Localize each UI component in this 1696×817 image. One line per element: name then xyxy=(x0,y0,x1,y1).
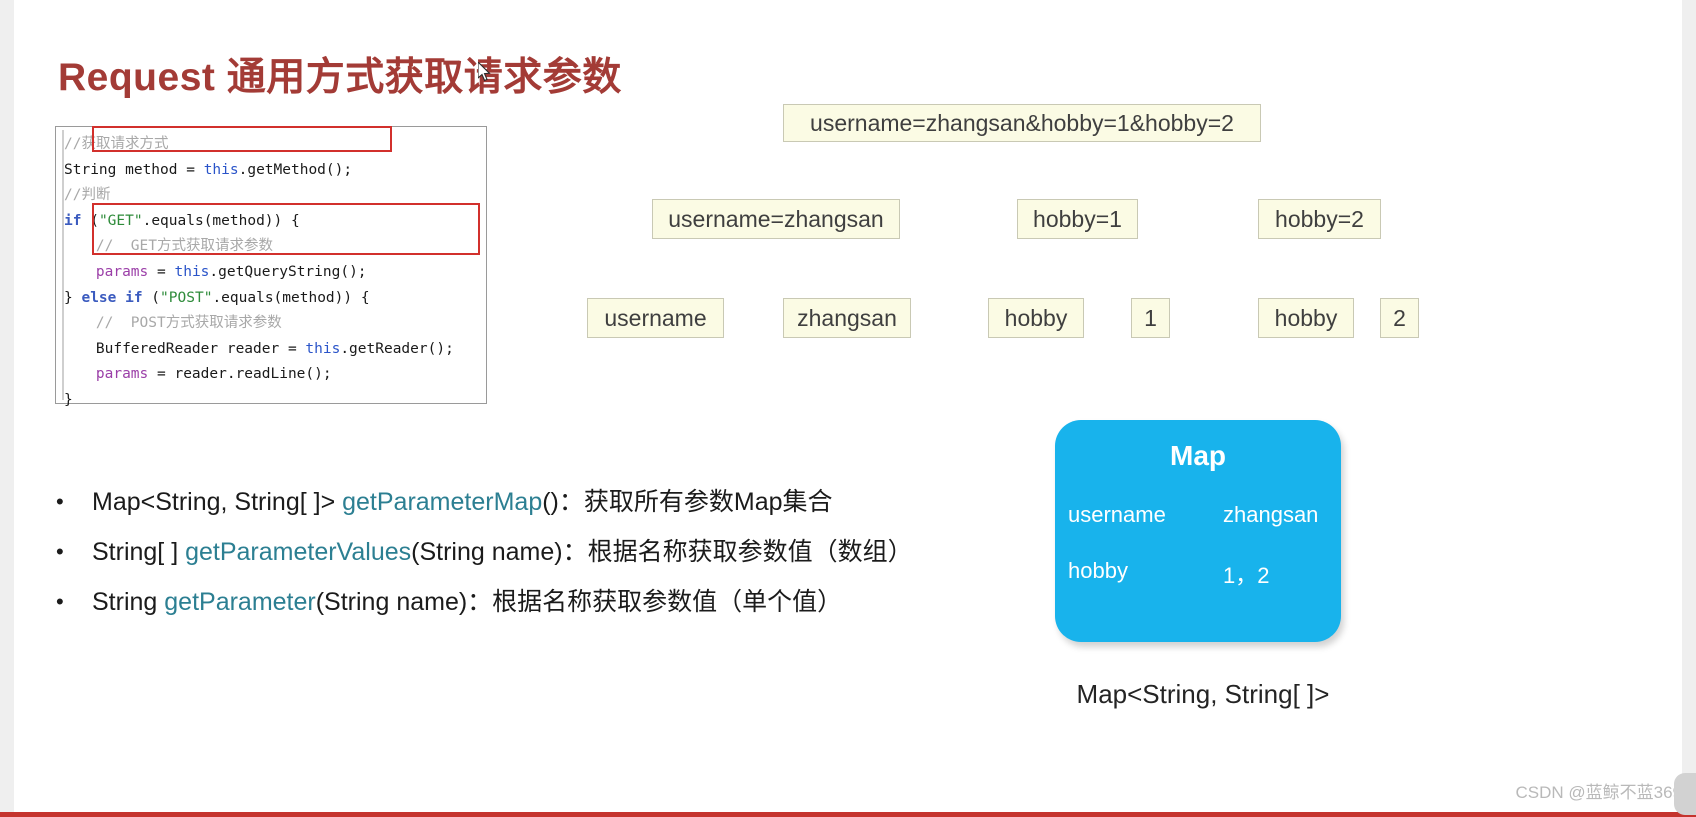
code-token: } xyxy=(64,391,73,408)
map-entry-key: username xyxy=(1068,502,1166,527)
param-token-box: 2 xyxy=(1380,298,1419,338)
bullet-dot-icon: • xyxy=(56,489,64,514)
code-line: BufferedReader reader = this.getReader()… xyxy=(64,337,484,363)
code-lines: //获取请求方式 String method = this.getMethod()… xyxy=(64,132,484,414)
left-gutter xyxy=(0,0,14,817)
map-caption: Map<String, String[ ]> xyxy=(1076,679,1330,709)
bullet-dot-icon: • xyxy=(56,589,64,614)
code-token: else if xyxy=(81,289,143,306)
map-entry-row: username zhangsan xyxy=(1055,502,1341,532)
param-token-box: hobby xyxy=(988,298,1084,338)
code-token: .equals(method)) { xyxy=(212,289,370,306)
api-method-name: getParameter xyxy=(164,588,316,616)
code-token: .getMethod(); xyxy=(238,161,353,178)
code-line: params = reader.readLine(); xyxy=(64,362,484,388)
code-token: this xyxy=(305,340,341,357)
code-token: //判断 xyxy=(64,187,111,204)
code-token: params xyxy=(95,263,149,280)
map-card-title: Map xyxy=(1170,440,1226,471)
code-token: } xyxy=(64,289,82,306)
code-token: "GET" xyxy=(98,212,143,229)
map-entry-key: hobby xyxy=(1068,558,1128,583)
code-line: //获取请求方式 xyxy=(64,132,484,158)
code-token: = reader.readLine(); xyxy=(148,366,332,383)
page-title: Request 通用方式获取请求参数 xyxy=(58,56,622,101)
code-line: String method = this.getMethod(); xyxy=(64,158,484,184)
page-title-latin: Request xyxy=(58,56,216,100)
bullet-text: String[ ] xyxy=(92,538,186,566)
param-token-box: hobby xyxy=(1258,298,1354,338)
bullet-dot-icon: • xyxy=(56,539,64,564)
code-token: ( xyxy=(142,289,161,306)
code-token: // POST方式获取请求参数 xyxy=(95,315,282,332)
code-token: = xyxy=(148,263,175,280)
right-gutter xyxy=(1682,0,1696,817)
bullet-text: Map<String, String[ ]> xyxy=(92,488,343,516)
map-entry-row: hobby 1，2 xyxy=(1055,558,1341,588)
param-token-box: username xyxy=(587,298,724,338)
code-token: BufferedReader reader = xyxy=(95,340,306,357)
api-method-name: getParameterMap xyxy=(342,488,543,516)
api-method-name: getParameterValues xyxy=(185,538,412,566)
api-bullet-item: • String[ ] getParameterValues(String nam… xyxy=(52,527,1052,577)
code-token: if xyxy=(64,212,82,229)
query-string-box: username=zhangsan&hobby=1&hobby=2 xyxy=(783,104,1261,142)
watermark: CSDN @蓝鲸不蓝369 xyxy=(1515,783,1682,802)
param-token-box: zhangsan xyxy=(783,298,911,338)
code-token: //获取请求方式 xyxy=(64,136,169,152)
bottom-right-pill xyxy=(1674,773,1696,815)
code-token: ( xyxy=(81,212,99,229)
key-value-pair-box: username=zhangsan xyxy=(652,199,900,239)
code-token: "POST" xyxy=(160,289,213,306)
param-token-box: 1 xyxy=(1131,298,1170,338)
code-token: .getReader(); xyxy=(340,340,454,357)
code-token: String method = xyxy=(64,161,204,178)
code-block: //获取请求方式 String method = this.getMethod()… xyxy=(55,126,487,408)
page-title-cn: 通用方式获取请求参数 xyxy=(226,56,622,100)
map-card: Map username zhangsan hobby 1，2 xyxy=(1055,420,1341,642)
bottom-progress-bar xyxy=(0,812,1696,817)
code-token: this xyxy=(203,161,239,178)
mouse-cursor-icon xyxy=(478,62,491,82)
code-token: .getQueryString(); xyxy=(209,263,367,280)
bullet-text: String xyxy=(92,588,165,616)
bullet-text: ()：获取所有参数Map集合 xyxy=(542,488,833,516)
api-bullet-item: • String getParameter(String name)：根据名称获取… xyxy=(52,577,1052,627)
code-line: } else if ("POST".equals(method)) { xyxy=(64,286,484,312)
api-bullet-item: • Map<String, String[ ]> getParameterMap(… xyxy=(52,477,1052,527)
code-line: // GET方式获取请求参数 xyxy=(64,234,484,260)
code-token: .equals(method)) { xyxy=(142,212,300,229)
code-token: this xyxy=(174,263,210,280)
map-entry-value: 1，2 xyxy=(1223,563,1270,588)
code-token: params xyxy=(95,366,149,383)
bullet-text: (String name)：根据名称获取参数值（单个值） xyxy=(315,588,843,616)
code-line: if ("GET".equals(method)) { xyxy=(64,209,484,235)
slide-canvas: Request 通用方式获取请求参数 //获取请求方式 String method… xyxy=(0,0,1696,817)
code-line: params = this.getQueryString(); xyxy=(64,260,484,286)
code-line: //判断 xyxy=(64,183,484,209)
code-line: // POST方式获取请求参数 xyxy=(64,311,484,337)
map-entry-value: zhangsan xyxy=(1223,502,1319,527)
code-line: } xyxy=(64,388,484,414)
key-value-pair-box: hobby=2 xyxy=(1258,199,1381,239)
code-token: // GET方式获取请求参数 xyxy=(95,238,273,255)
api-bullet-list: • Map<String, String[ ]> getParameterMap(… xyxy=(52,477,1052,627)
key-value-pair-box: hobby=1 xyxy=(1017,199,1138,239)
bullet-text: (String name)：根据名称获取参数值（数组） xyxy=(411,538,913,566)
